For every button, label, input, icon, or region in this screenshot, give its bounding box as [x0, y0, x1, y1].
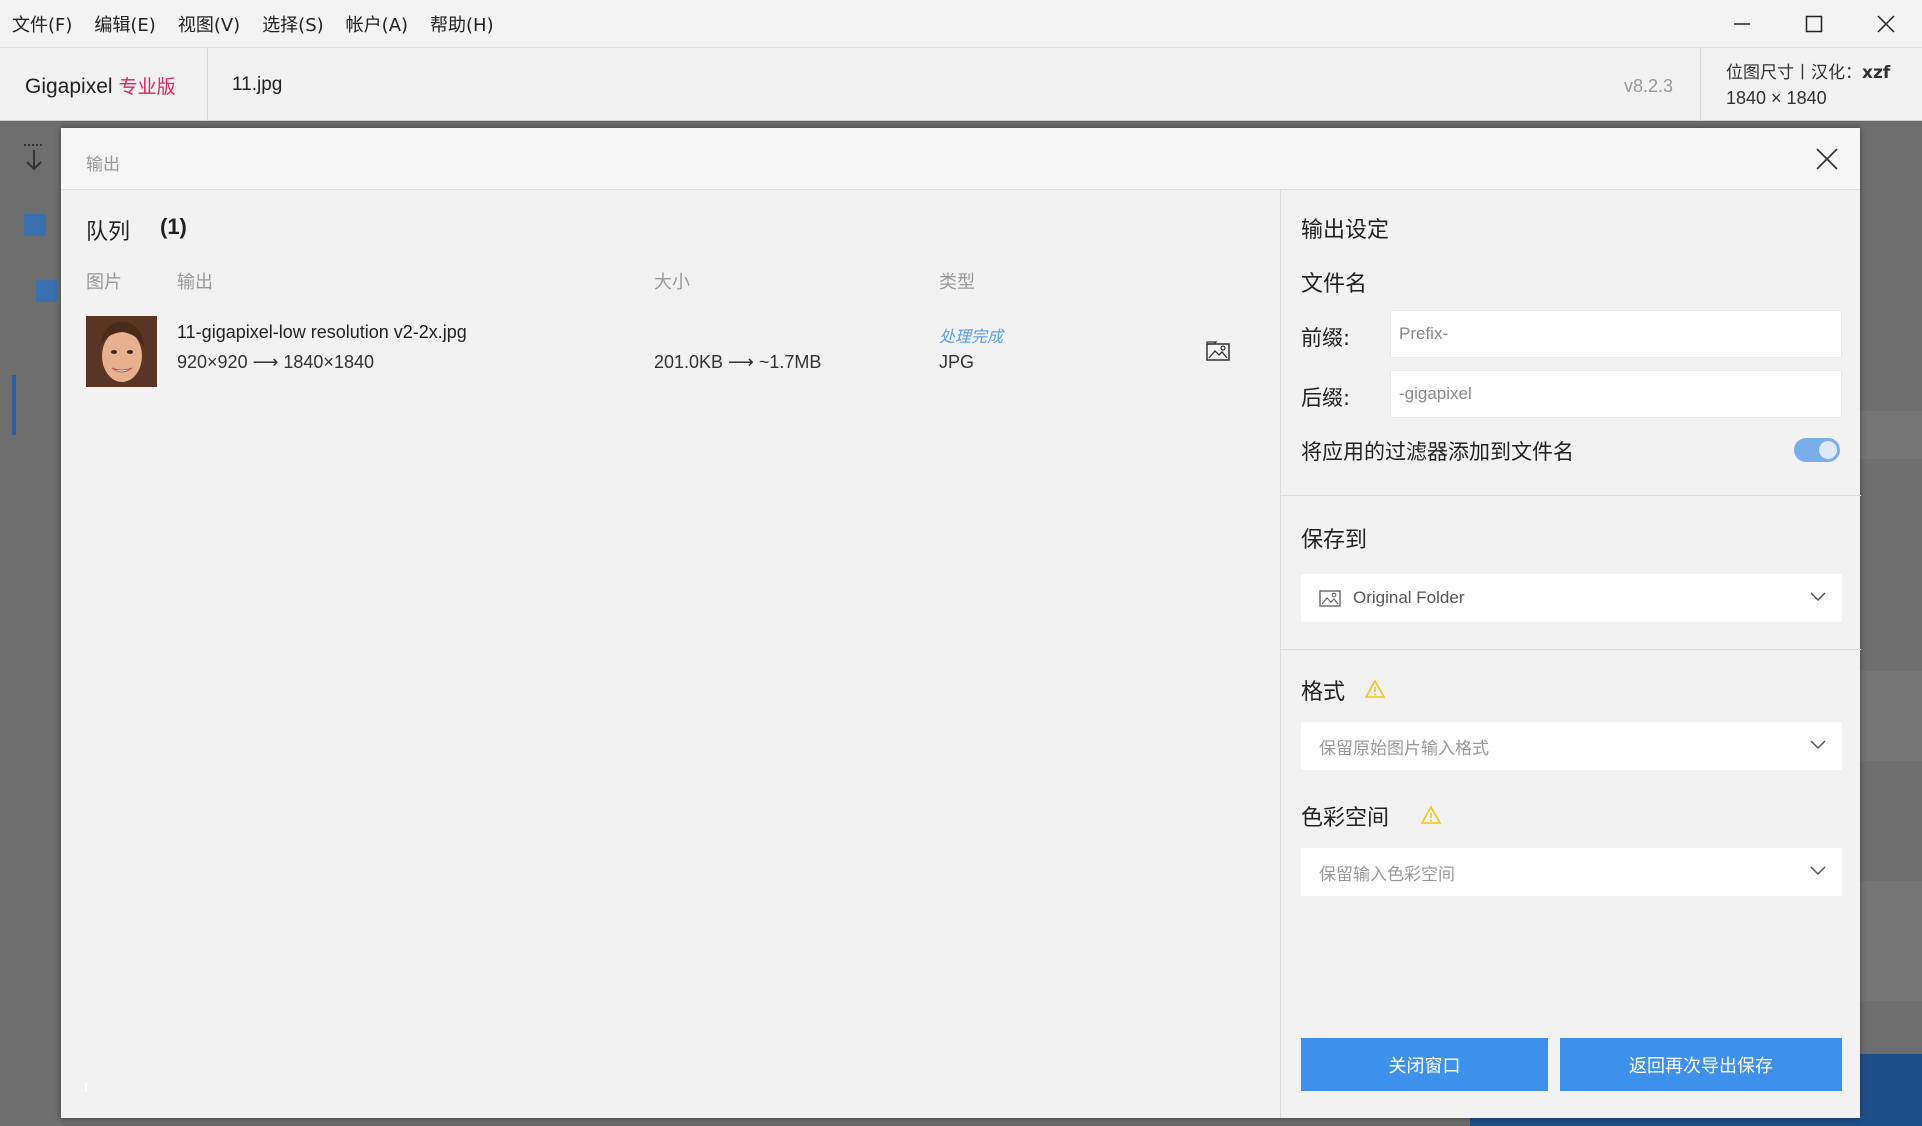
close-icon [1816, 148, 1838, 170]
current-filename: 11.jpg [232, 74, 283, 95]
format-value: 保留原始图片输入格式 [1319, 738, 1489, 759]
prefix-label: 前缀: [1301, 326, 1351, 350]
minimize-button[interactable] [1706, 0, 1778, 48]
warning-icon [1420, 805, 1442, 824]
maximize-icon [1805, 15, 1823, 33]
suffix-label: 后缀: [1301, 386, 1351, 410]
chevron-down-icon [1810, 740, 1826, 750]
menu-help[interactable]: 帮助(H) [430, 11, 494, 37]
menu-view[interactable]: 视图(V) [178, 11, 240, 37]
colorspace-value: 保留输入色彩空间 [1319, 864, 1455, 885]
app-name: Gigapixel [25, 75, 113, 98]
background-left-panel [0, 121, 61, 1126]
output-sizes: 201.0KB ⟶ ~1.7MB [654, 352, 822, 372]
queue-panel: 队列 (1) 图片 输出 大小 类型 11-gigapixel-low reso… [61, 190, 1280, 1118]
column-header-output: 输出 [177, 272, 213, 293]
dialog-title: 输出 [86, 155, 120, 175]
scroll-marker [85, 1082, 87, 1092]
output-filename: 11-gigapixel-low resolution v2-2x.jpg [177, 322, 467, 342]
column-header-size: 大小 [654, 272, 690, 293]
section-divider [1281, 495, 1861, 496]
import-arrow-icon [24, 144, 44, 171]
app-brand: Gigapixel 专业版 [25, 72, 176, 99]
folder-image-icon [1319, 590, 1341, 607]
suffix-input[interactable]: -gigapixel [1390, 370, 1842, 418]
close-window-dialog-button[interactable]: 关闭窗口 [1301, 1038, 1548, 1091]
background-right-panel [1860, 121, 1922, 1126]
menu-file[interactable]: 文件(F) [12, 11, 72, 37]
reexport-button[interactable]: 返回再次导出保存 [1560, 1038, 1842, 1091]
close-window-button[interactable] [1850, 0, 1922, 48]
column-header-image: 图片 [86, 272, 122, 293]
menubar: 文件(F) 编辑(E) 视图(V) 选择(S) 帐户(A) 帮助(H) [0, 0, 1922, 48]
close-icon [1877, 15, 1895, 33]
dialog-close-button[interactable] [1812, 144, 1842, 174]
chevron-down-icon [1810, 866, 1826, 876]
prefix-input[interactable]: Prefix- [1390, 310, 1842, 358]
open-image-folder-icon[interactable] [1205, 340, 1231, 362]
menu-account[interactable]: 帐户(A) [346, 11, 408, 37]
menu-select[interactable]: 选择(S) [262, 11, 323, 37]
queue-title: 队列 [86, 220, 131, 245]
format-label: 格式 [1301, 680, 1346, 705]
save-to-label: 保存到 [1301, 528, 1368, 553]
edition-label: 专业版 [118, 76, 176, 98]
status-label: 处理完成 [939, 327, 1004, 346]
background-checkbox [24, 214, 46, 236]
background-checkbox [36, 280, 58, 302]
menu-edit[interactable]: 编辑(E) [94, 11, 155, 37]
maximize-button[interactable] [1778, 0, 1850, 48]
colorspace-dropdown[interactable]: 保留输入色彩空间 [1301, 848, 1842, 896]
section-divider [1281, 649, 1861, 650]
header-divider [1700, 48, 1701, 121]
dimension-label: 位图尺寸丨汉化：xzf [1726, 63, 1891, 83]
output-dimensions: 920×920 ⟶ 1840×1840 [177, 352, 374, 372]
save-to-dropdown[interactable]: Original Folder [1301, 574, 1842, 622]
background-selection-bar [12, 375, 16, 435]
output-type: JPG [939, 352, 975, 372]
colorspace-label: 色彩空间 [1301, 806, 1390, 831]
filename-section-title: 文件名 [1301, 272, 1368, 297]
format-dropdown[interactable]: 保留原始图片输入格式 [1301, 722, 1842, 770]
version-label: v8.2.3 [1624, 76, 1674, 96]
warning-icon [1364, 679, 1386, 698]
app-header: Gigapixel 专业版 11.jpg v8.2.3 位图尺寸丨汉化：xzf 1… [0, 48, 1922, 121]
settings-title: 输出设定 [1301, 218, 1390, 243]
minimize-icon [1734, 23, 1750, 25]
header-divider [207, 48, 208, 121]
image-thumbnail [86, 316, 157, 387]
face-thumbnail-graphic [86, 316, 157, 387]
chevron-down-icon [1810, 592, 1826, 602]
dialog-header: 输出 [61, 128, 1860, 190]
column-header-type: 类型 [939, 272, 975, 293]
toggle-knob [1819, 441, 1837, 459]
append-filters-label: 将应用的过滤器添加到文件名 [1301, 440, 1574, 464]
queue-count: (1) [160, 214, 187, 239]
output-settings-panel: 输出设定 文件名 前缀: Prefix- 后缀: -gigapixel 将应用的… [1280, 190, 1861, 1118]
save-to-value: Original Folder [1353, 588, 1465, 607]
append-filters-toggle[interactable] [1794, 438, 1840, 462]
dimension-value: 1840 × 1840 [1726, 88, 1827, 108]
output-dialog: 输出 队列 (1) 图片 输出 大小 类型 11-gigapixel-low r… [61, 128, 1861, 1118]
